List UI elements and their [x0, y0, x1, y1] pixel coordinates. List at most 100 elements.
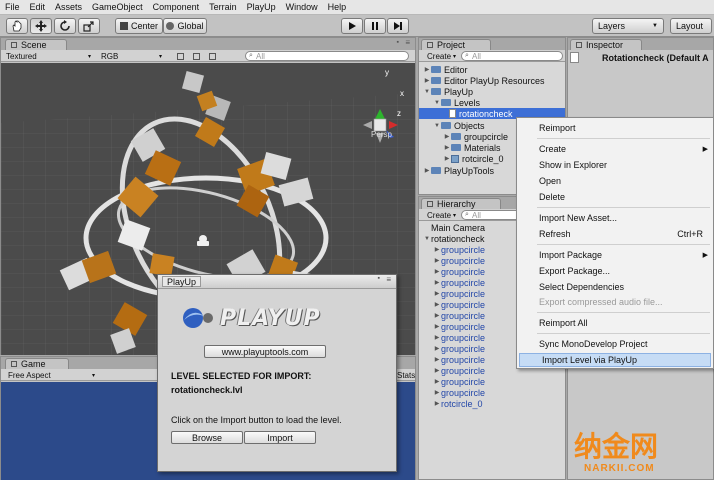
browse-button[interactable]: Browse [171, 431, 243, 444]
project-create-dropdown[interactable]: Create ▾ [427, 51, 457, 61]
tab-inspector[interactable]: Inspector [570, 39, 642, 50]
folder-icon [431, 66, 441, 73]
hierarchy-item-groupcircle[interactable]: ▶ groupcircle [433, 299, 485, 310]
menu-item-show-in-explorer[interactable]: Show in Explorer [517, 158, 713, 172]
hierarchy-item-groupcircle[interactable]: ▶ groupcircle [433, 255, 485, 266]
dropdown-arrow-icon: ▾ [453, 53, 457, 60]
menu-item-refresh[interactable]: Refresh Ctrl+R [517, 227, 713, 241]
project-item-groupcircle[interactable]: ▶ groupcircle [443, 131, 508, 142]
project-item-rotcircle[interactable]: ▶ rotcircle_0 [443, 153, 504, 164]
menu-file[interactable]: File [0, 2, 25, 12]
menu-help[interactable]: Help [323, 2, 352, 12]
fx-toggle[interactable] [193, 51, 203, 61]
hierarchy-item-label: groupcircle [441, 299, 486, 310]
audio-toggle[interactable] [209, 51, 219, 61]
menu-item-delete[interactable]: Delete [517, 190, 713, 204]
layers-dropdown[interactable]: Layers ▼ [592, 18, 664, 34]
hierarchy-item-rotcircle[interactable]: ▶ rotcircle_0 [433, 398, 483, 409]
hierarchy-item-groupcircle[interactable]: ▶ groupcircle [433, 354, 485, 365]
menu-window[interactable]: Window [281, 2, 323, 12]
menu-item-reimport-all[interactable]: Reimport All [517, 316, 713, 330]
hierarchy-item-groupcircle[interactable]: ▶ groupcircle [433, 387, 485, 398]
menu-item-create[interactable]: Create ▶ [517, 142, 713, 156]
panel-menu-icon[interactable]: ▪ [397, 39, 399, 46]
menu-item-import-new-asset[interactable]: Import New Asset... [517, 211, 713, 225]
menu-item-import-level-via-playup[interactable]: Import Level via PlayUp [519, 353, 711, 367]
menu-component[interactable]: Component [148, 2, 205, 12]
project-item-materials[interactable]: ▶ Materials [443, 142, 501, 153]
project-search-input[interactable]: ⌕ All [461, 51, 563, 61]
pause-button[interactable] [364, 18, 386, 34]
project-item-playup[interactable]: ▼ PlayUp [423, 86, 473, 97]
hierarchy-item-groupcircle[interactable]: ▶ groupcircle [433, 332, 485, 343]
menu-assets[interactable]: Assets [50, 2, 87, 12]
project-item-levels[interactable]: ▼ Levels [433, 97, 480, 108]
hierarchy-item-rotationcheck[interactable]: ▼ rotationcheck [423, 233, 485, 244]
hierarchy-create-dropdown[interactable]: Create ▾ [427, 210, 457, 220]
context-menu: Reimport Create ▶ Show in Explorer Open D… [516, 117, 714, 369]
menu-item-open[interactable]: Open [517, 174, 713, 188]
stats-toggle[interactable]: Stats [397, 370, 415, 380]
scene-toolbar: Textured ▾ RGB ▾ ⌕ All [1, 50, 415, 62]
layout-dropdown[interactable]: Layout [670, 18, 712, 34]
hierarchy-item-groupcircle[interactable]: ▶ groupcircle [433, 343, 485, 354]
panel-options-icon[interactable]: ≡ [405, 38, 410, 47]
menu-playup[interactable]: PlayUp [242, 2, 281, 12]
project-item-playuptools[interactable]: ▶ PlayUpTools [423, 165, 494, 176]
hierarchy-item-groupcircle[interactable]: ▶ groupcircle [433, 277, 485, 288]
gizmo-axis-y: y [385, 68, 389, 77]
project-item-label: Materials [464, 142, 501, 153]
scale-tool-button[interactable] [78, 18, 100, 34]
move-tool-button[interactable] [30, 18, 52, 34]
render-mode-dropdown[interactable]: RGB ▾ [101, 51, 165, 61]
play-button[interactable] [341, 18, 363, 34]
hierarchy-item-main-camera[interactable]: Main Camera [431, 222, 485, 233]
dialog-titlebar: PlayUp ▪ ≡ [158, 275, 396, 289]
scene-search-input[interactable]: ⌕ All [245, 51, 409, 61]
project-item-label: groupcircle [464, 131, 509, 142]
game-tab-icon [11, 361, 17, 367]
folder-icon [441, 99, 451, 106]
hierarchy-item-label: groupcircle [441, 288, 486, 299]
project-item-editor[interactable]: ▶ Editor [423, 64, 468, 75]
menu-item-sync-monodevelop[interactable]: Sync MonoDevelop Project [517, 337, 713, 351]
playup-website-button[interactable]: www.playuptools.com [204, 345, 326, 358]
tab-project[interactable]: Project [421, 39, 491, 50]
project-item-objects[interactable]: ▼ Objects [433, 120, 485, 131]
project-item-editor-playup-resources[interactable]: ▶ Editor PlayUp Resources [423, 75, 545, 86]
menu-terrain[interactable]: Terrain [204, 2, 242, 12]
tab-scene[interactable]: Scene [5, 39, 67, 50]
import-button[interactable]: Import [244, 431, 316, 444]
hierarchy-item-groupcircle[interactable]: ▶ groupcircle [433, 288, 485, 299]
hand-tool-button[interactable] [6, 18, 28, 34]
project-tab-icon [427, 42, 433, 48]
menu-item-label: Select Dependencies [539, 282, 625, 292]
hierarchy-item-groupcircle[interactable]: ▶ groupcircle [433, 266, 485, 277]
global-local-toggle[interactable]: Global [163, 18, 207, 34]
tab-hierarchy[interactable]: Hierarchy [421, 198, 501, 209]
search-icon: ⌕ [465, 211, 469, 218]
hierarchy-item-groupcircle[interactable]: ▶ groupcircle [433, 365, 485, 376]
dialog-options-icon[interactable]: ≡ [386, 275, 391, 284]
step-button[interactable] [387, 18, 409, 34]
dialog-menu-icon[interactable]: ▪ [378, 275, 380, 282]
tab-game[interactable]: Game [5, 358, 69, 369]
menu-item-select-dependencies[interactable]: Select Dependencies [517, 280, 713, 294]
hierarchy-item-groupcircle[interactable]: ▶ groupcircle [433, 310, 485, 321]
hierarchy-item-groupcircle[interactable]: ▶ groupcircle [433, 321, 485, 332]
lighting-toggle[interactable] [177, 51, 187, 61]
shading-mode-dropdown[interactable]: Textured ▾ [6, 51, 94, 61]
rotate-tool-button[interactable] [54, 18, 76, 34]
expand-arrow-icon: ▶ [434, 346, 440, 352]
hierarchy-item-groupcircle[interactable]: ▶ groupcircle [433, 376, 485, 387]
menu-gameobject[interactable]: GameObject [87, 2, 148, 12]
inspector-tab-icon [576, 42, 582, 48]
menu-edit[interactable]: Edit [25, 2, 51, 12]
menu-item-reimport[interactable]: Reimport [517, 121, 713, 135]
inspector-tabbar: Inspector [568, 38, 713, 50]
hierarchy-item-groupcircle[interactable]: ▶ groupcircle [433, 244, 485, 255]
pivot-center-toggle[interactable]: Center [115, 18, 163, 34]
aspect-dropdown[interactable]: Free Aspect ▾ [8, 370, 98, 380]
menu-item-export-package[interactable]: Export Package... [517, 264, 713, 278]
menu-item-import-package[interactable]: Import Package ▶ [517, 248, 713, 262]
